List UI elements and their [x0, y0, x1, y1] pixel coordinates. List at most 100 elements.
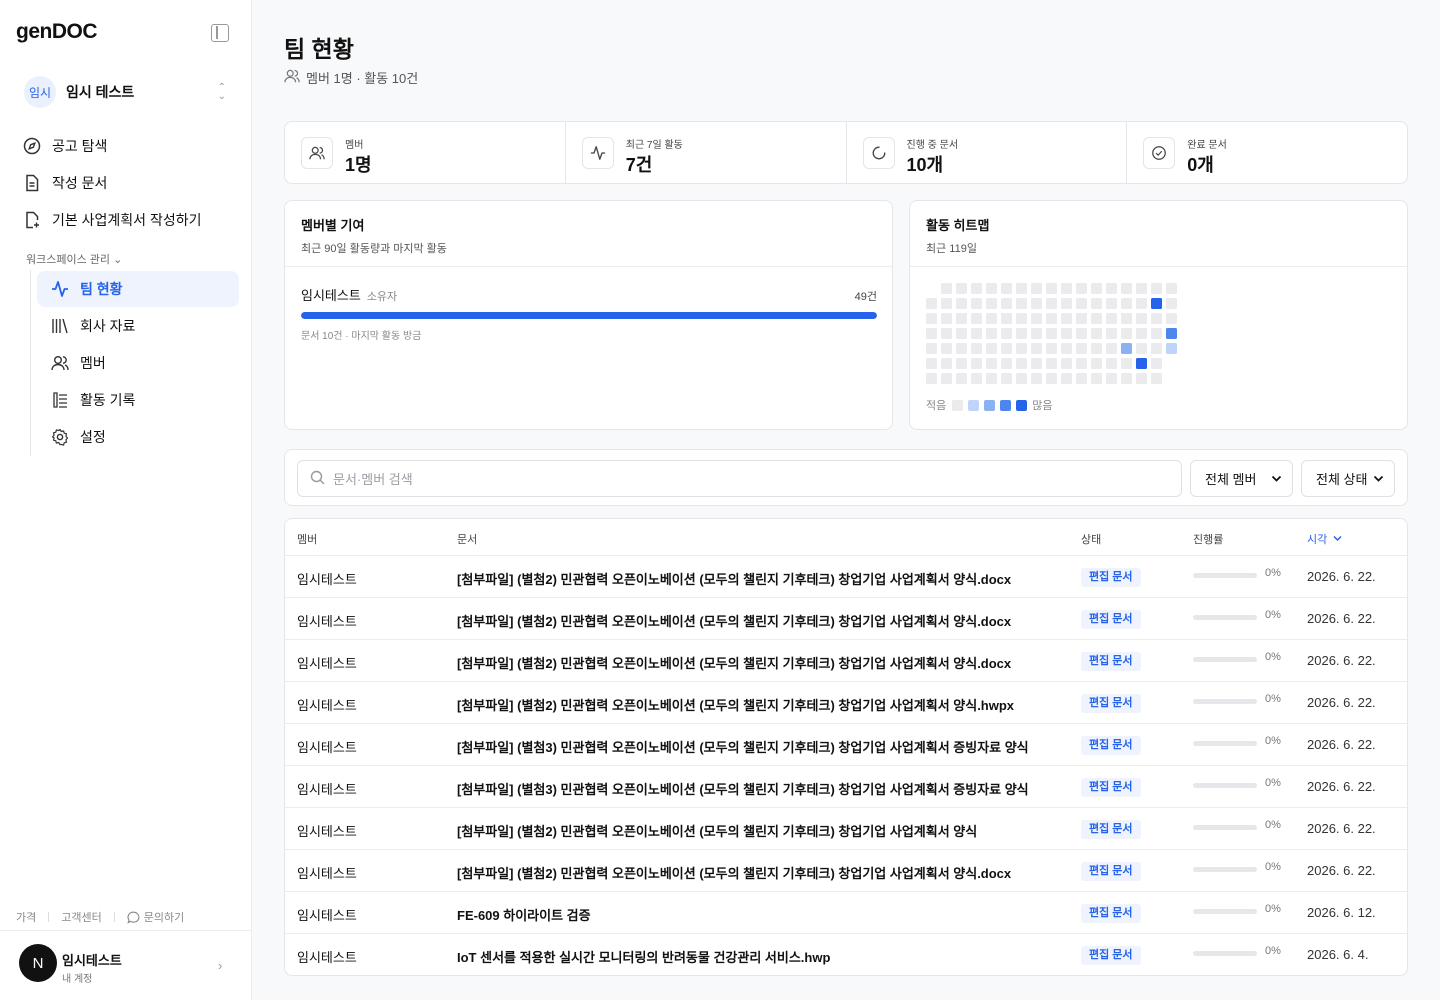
heatmap-cell[interactable]	[1001, 373, 1012, 384]
row-document-title[interactable]: [첨부파일] (별첨2) 민관협력 오픈이노베이션 (모두의 챌린지 기후테크)…	[457, 863, 1011, 882]
heatmap-cell[interactable]	[1076, 373, 1087, 384]
heatmap-cell[interactable]	[1016, 283, 1027, 294]
row-document-title[interactable]: [첨부파일] (별첨2) 민관협력 오픈이노베이션 (모두의 챌린지 기후테크)…	[457, 653, 1011, 672]
heatmap-cell[interactable]	[1001, 328, 1012, 339]
heatmap-cell[interactable]	[941, 343, 952, 354]
heatmap-cell[interactable]	[1061, 343, 1072, 354]
heatmap-cell[interactable]	[1151, 283, 1162, 294]
heatmap-cell[interactable]	[1166, 283, 1177, 294]
heatmap-cell[interactable]	[1151, 313, 1162, 324]
heatmap-cell[interactable]	[1151, 358, 1162, 369]
sidebar-item-members[interactable]: 멤버	[37, 345, 239, 381]
heatmap-cell[interactable]	[1016, 373, 1027, 384]
heatmap-cell[interactable]	[941, 328, 952, 339]
heatmap-cell[interactable]	[986, 343, 997, 354]
heatmap-cell[interactable]	[1106, 328, 1117, 339]
search-input[interactable]: 문서·멤버 검색	[297, 460, 1182, 497]
heatmap-cell[interactable]	[1016, 298, 1027, 309]
heatmap-cell[interactable]	[1016, 313, 1027, 324]
heatmap-cell[interactable]	[1001, 313, 1012, 324]
heatmap-cell[interactable]	[986, 298, 997, 309]
heatmap-cell[interactable]	[926, 343, 937, 354]
row-document-title[interactable]: FE-609 하이라이트 검증	[457, 905, 591, 924]
heatmap-cell[interactable]	[971, 373, 982, 384]
heatmap-cell[interactable]	[1166, 328, 1177, 339]
heatmap-cell[interactable]	[1076, 283, 1087, 294]
heatmap-cell[interactable]	[941, 358, 952, 369]
heatmap-cell[interactable]	[1016, 328, 1027, 339]
heatmap-cell[interactable]	[956, 373, 967, 384]
heatmap-cell[interactable]	[1001, 283, 1012, 294]
heatmap-cell[interactable]	[1046, 328, 1057, 339]
heatmap-cell[interactable]	[1091, 328, 1102, 339]
heatmap-cell[interactable]	[1091, 283, 1102, 294]
heatmap-cell[interactable]	[1046, 358, 1057, 369]
heatmap-cell[interactable]	[1121, 328, 1132, 339]
support-link[interactable]: 고객센터	[61, 909, 101, 925]
heatmap-cell[interactable]	[1061, 328, 1072, 339]
heatmap-cell[interactable]	[1061, 313, 1072, 324]
nav-item-basic-plan[interactable]: 기본 사업계획서 작성하기	[16, 203, 240, 237]
heatmap-cell[interactable]	[956, 328, 967, 339]
heatmap-cell[interactable]	[1166, 343, 1177, 354]
heatmap-cell[interactable]	[926, 358, 937, 369]
heatmap-cell[interactable]	[926, 328, 937, 339]
sidebar-item-settings[interactable]: 설정	[37, 419, 239, 455]
sidebar-item-company-files[interactable]: 회사 자료	[37, 308, 239, 344]
row-document-title[interactable]: IoT 센서를 적용한 실시간 모니터링의 반려동물 건강관리 서비스.hwp	[457, 947, 830, 966]
heatmap-cell[interactable]	[1076, 328, 1087, 339]
heatmap-cell[interactable]	[941, 298, 952, 309]
table-row[interactable]: 임시테스트 [첨부파일] (별첨3) 민관협력 오픈이노베이션 (모두의 챌린지 …	[285, 724, 1407, 766]
heatmap-cell[interactable]	[1151, 328, 1162, 339]
heatmap-cell[interactable]	[986, 358, 997, 369]
table-row[interactable]: 임시테스트 IoT 센서를 적용한 실시간 모니터링의 반려동물 건강관리 서비스…	[285, 934, 1407, 975]
table-row[interactable]: 임시테스트 [첨부파일] (별첨3) 민관협력 오픈이노베이션 (모두의 챌린지 …	[285, 766, 1407, 808]
heatmap-cell[interactable]	[941, 313, 952, 324]
heatmap-cell[interactable]	[971, 358, 982, 369]
row-document-title[interactable]: [첨부파일] (별첨2) 민관협력 오픈이노베이션 (모두의 챌린지 기후테크)…	[457, 611, 1011, 630]
heatmap-cell[interactable]	[1031, 328, 1042, 339]
row-document-title[interactable]: [첨부파일] (별첨2) 민관협력 오픈이노베이션 (모두의 챌린지 기후테크)…	[457, 569, 1011, 588]
sidebar-item-team-status[interactable]: 팀 현황	[37, 271, 239, 307]
workspace-switcher[interactable]: 임시 임시 테스트 ⌃ ⌄	[16, 72, 236, 112]
table-row[interactable]: 임시테스트 [첨부파일] (별첨2) 민관협력 오픈이노베이션 (모두의 챌린지 …	[285, 598, 1407, 640]
heatmap-cell[interactable]	[1061, 358, 1072, 369]
status-select[interactable]: 전체 상태	[1301, 460, 1395, 497]
heatmap-cell[interactable]	[1046, 343, 1057, 354]
heatmap-cell[interactable]	[1076, 313, 1087, 324]
table-row[interactable]: 임시테스트 [첨부파일] (별첨2) 민관협력 오픈이노베이션 (모두의 챌린지 …	[285, 850, 1407, 892]
heatmap-cell[interactable]	[971, 313, 982, 324]
heatmap-cell[interactable]	[1001, 358, 1012, 369]
heatmap-cell[interactable]	[1121, 343, 1132, 354]
heatmap-cell[interactable]	[1151, 373, 1162, 384]
heatmap-cell[interactable]	[1091, 358, 1102, 369]
heatmap-cell[interactable]	[1106, 343, 1117, 354]
heatmap-cell[interactable]	[956, 298, 967, 309]
table-row[interactable]: 임시테스트 [첨부파일] (별첨2) 민관협력 오픈이노베이션 (모두의 챌린지 …	[285, 682, 1407, 724]
heatmap-cell[interactable]	[1076, 298, 1087, 309]
heatmap-cell[interactable]	[1031, 373, 1042, 384]
heatmap-cell[interactable]	[971, 343, 982, 354]
heatmap-cell[interactable]	[1136, 283, 1147, 294]
heatmap-cell[interactable]	[986, 313, 997, 324]
heatmap-cell[interactable]	[1091, 343, 1102, 354]
heatmap-cell[interactable]	[1046, 298, 1057, 309]
row-document-title[interactable]: [첨부파일] (별첨3) 민관협력 오픈이노베이션 (모두의 챌린지 기후테크)…	[457, 737, 1029, 756]
nav-item-documents[interactable]: 작성 문서	[16, 166, 240, 200]
heatmap-cell[interactable]	[1076, 343, 1087, 354]
heatmap-cell[interactable]	[1061, 298, 1072, 309]
heatmap-cell[interactable]	[1121, 298, 1132, 309]
sidebar-item-activity-log[interactable]: 활동 기록	[37, 382, 239, 418]
profile-menu[interactable]: N 임시테스트 내 계정 ›	[0, 930, 251, 1000]
row-document-title[interactable]: [첨부파일] (별첨3) 민관협력 오픈이노베이션 (모두의 챌린지 기후테크)…	[457, 779, 1029, 798]
heatmap-cell[interactable]	[1061, 283, 1072, 294]
nav-item-announcements[interactable]: 공고 탐색	[16, 129, 240, 163]
heatmap-cell[interactable]	[926, 373, 937, 384]
heatmap-cell[interactable]	[1046, 313, 1057, 324]
heatmap-cell[interactable]	[926, 298, 937, 309]
heatmap-cell[interactable]	[1001, 298, 1012, 309]
heatmap-cell[interactable]	[941, 373, 952, 384]
heatmap-cell[interactable]	[1076, 358, 1087, 369]
heatmap-cell[interactable]	[956, 283, 967, 294]
heatmap-cell[interactable]	[1136, 358, 1147, 369]
